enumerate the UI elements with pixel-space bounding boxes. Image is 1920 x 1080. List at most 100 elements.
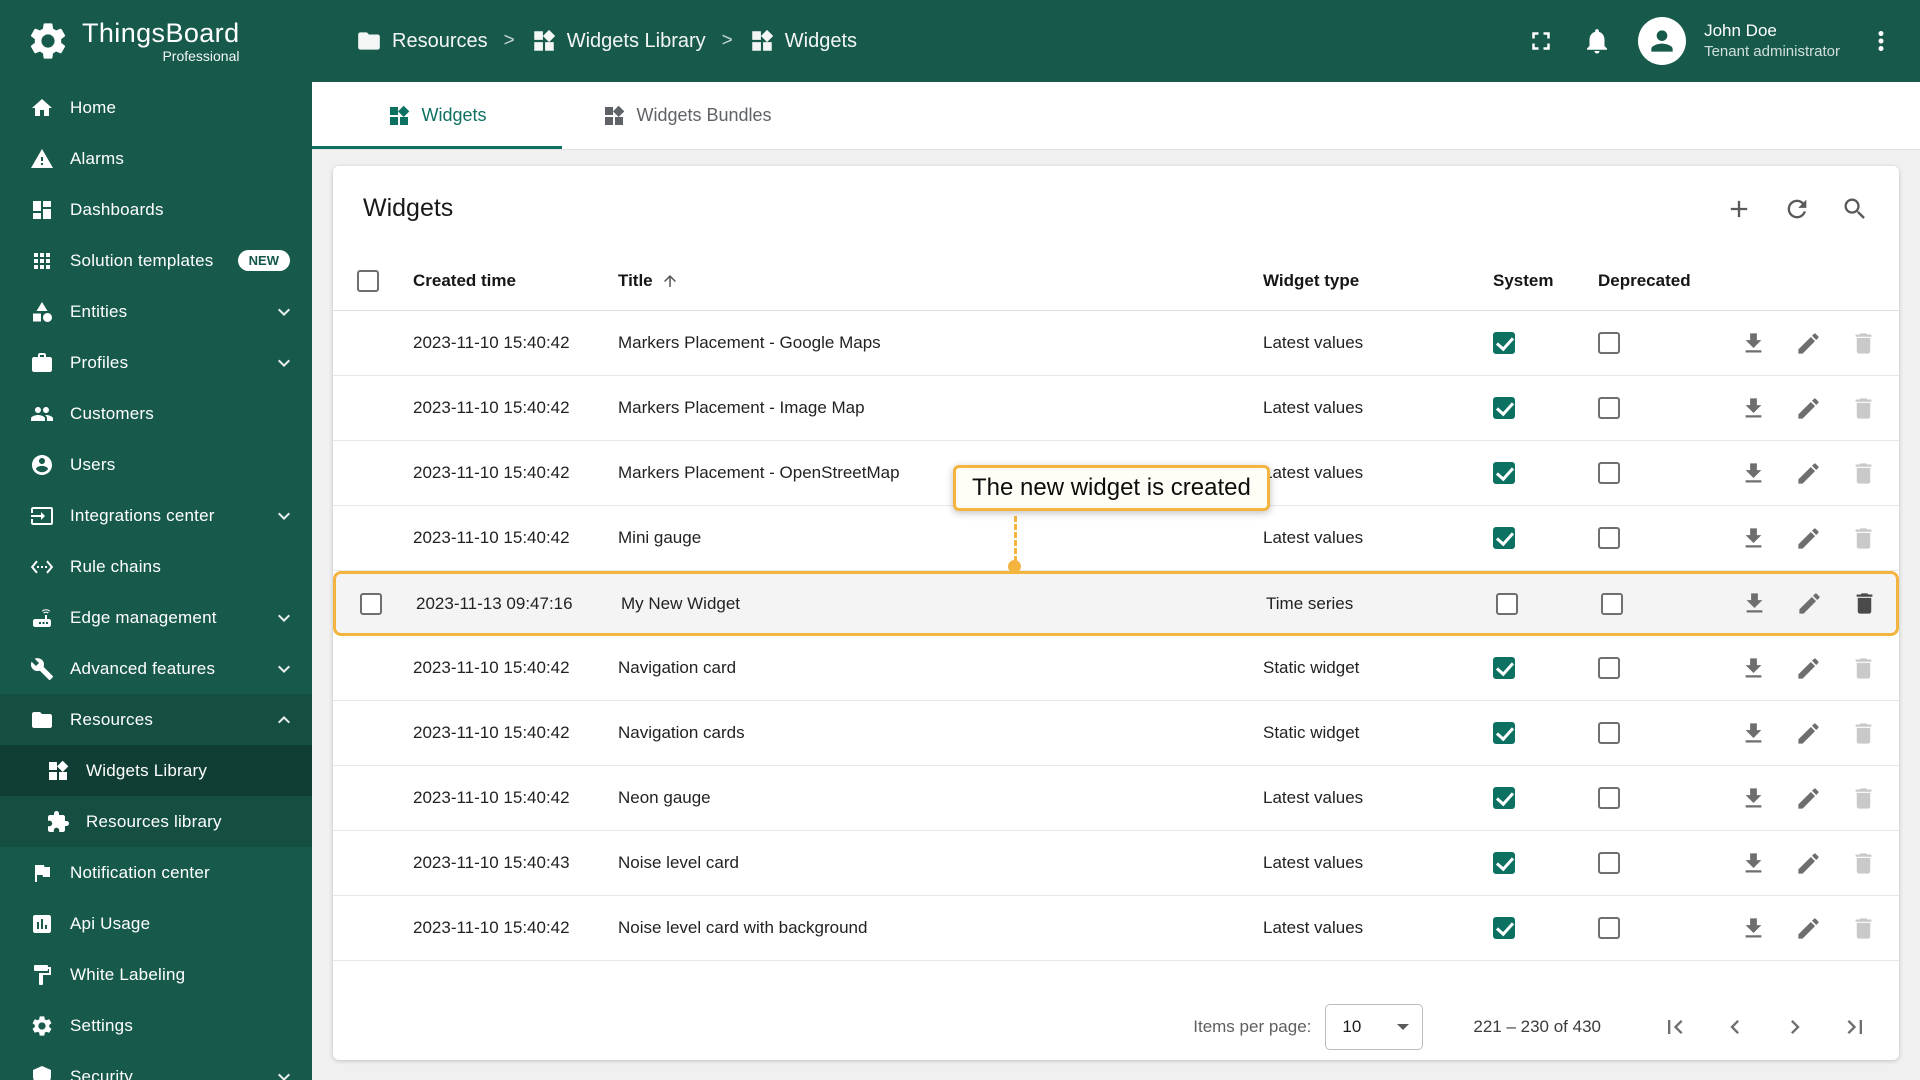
edit-button[interactable] <box>1795 525 1822 552</box>
system-checkbox[interactable] <box>1493 527 1515 549</box>
last-page-button[interactable] <box>1841 1013 1869 1041</box>
sidebar-item-widgets-library[interactable]: Widgets Library <box>0 745 312 796</box>
delete-button[interactable] <box>1850 720 1877 747</box>
select-all-checkbox[interactable] <box>357 269 379 292</box>
deprecated-checkbox[interactable] <box>1598 852 1620 874</box>
delete-button[interactable] <box>1850 785 1877 812</box>
download-button[interactable] <box>1740 850 1767 877</box>
sidebar-item-alarms[interactable]: Alarms <box>0 133 312 184</box>
column-created-time[interactable]: Created time <box>403 271 618 291</box>
edit-button[interactable] <box>1795 785 1822 812</box>
download-button[interactable] <box>1740 330 1767 357</box>
deprecated-checkbox[interactable] <box>1598 462 1620 484</box>
add-widget-button[interactable] <box>1725 195 1753 223</box>
download-button[interactable] <box>1740 460 1767 487</box>
system-checkbox[interactable] <box>1493 852 1515 874</box>
download-button[interactable] <box>1740 655 1767 682</box>
download-button[interactable] <box>1740 785 1767 812</box>
system-checkbox[interactable] <box>1493 657 1515 679</box>
edit-button[interactable] <box>1795 720 1822 747</box>
table-row[interactable]: 2023-11-10 15:40:42 Noise level card with… <box>333 896 1899 961</box>
edit-button[interactable] <box>1795 395 1822 422</box>
sidebar-item-customers[interactable]: Customers <box>0 388 312 439</box>
breadcrumb-widgets[interactable]: Widgets <box>749 28 857 54</box>
sidebar-item-api-usage[interactable]: Api Usage <box>0 898 312 949</box>
page-size-select[interactable]: 10 <box>1325 1004 1424 1050</box>
edit-button[interactable] <box>1796 590 1823 617</box>
sidebar-item-settings[interactable]: Settings <box>0 1000 312 1051</box>
sidebar-item-edge-management[interactable]: Edge management <box>0 592 312 643</box>
tab-widgets[interactable]: Widgets <box>312 82 562 149</box>
table-row[interactable]: 2023-11-10 15:40:42 Markers Placement - I… <box>333 376 1899 441</box>
download-button[interactable] <box>1740 525 1767 552</box>
sidebar-item-profiles[interactable]: Profiles <box>0 337 312 388</box>
deprecated-checkbox[interactable] <box>1598 657 1620 679</box>
sidebar-item-users[interactable]: Users <box>0 439 312 490</box>
edit-button[interactable] <box>1795 460 1822 487</box>
sidebar-item-advanced-features[interactable]: Advanced features <box>0 643 312 694</box>
system-checkbox[interactable] <box>1493 787 1515 809</box>
table-row[interactable]: 2023-11-10 15:40:42 Mini gauge Latest valu… <box>333 506 1899 571</box>
edit-button[interactable] <box>1795 915 1822 942</box>
sidebar-item-solution-templates[interactable]: Solution templates NEW <box>0 235 312 286</box>
delete-button[interactable] <box>1850 525 1877 552</box>
column-title[interactable]: Title <box>618 271 1263 291</box>
sidebar-item-security[interactable]: Security <box>0 1051 312 1080</box>
thingsboard-logo[interactable]: ThingsBoard Professional <box>0 0 312 82</box>
deprecated-checkbox[interactable] <box>1598 527 1620 549</box>
sidebar-item-resources-library[interactable]: Resources library <box>0 796 312 847</box>
edit-button[interactable] <box>1795 655 1822 682</box>
deprecated-checkbox[interactable] <box>1601 592 1623 615</box>
refresh-button[interactable] <box>1783 195 1811 223</box>
deprecated-checkbox[interactable] <box>1598 397 1620 419</box>
next-page-button[interactable] <box>1781 1013 1809 1041</box>
table-row[interactable]: 2023-11-10 15:40:42 Navigation cards Stati… <box>333 701 1899 766</box>
breadcrumb-resources[interactable]: Resources <box>356 28 488 54</box>
deprecated-checkbox[interactable] <box>1598 917 1620 939</box>
column-deprecated[interactable]: Deprecated <box>1598 271 1738 291</box>
table-row[interactable]: 2023-11-10 15:40:43 Noise level card Lates… <box>333 831 1899 896</box>
column-widget-type[interactable]: Widget type <box>1263 271 1493 291</box>
more-menu-button[interactable] <box>1866 26 1896 56</box>
deprecated-checkbox[interactable] <box>1598 722 1620 744</box>
edit-button[interactable] <box>1795 330 1822 357</box>
deprecated-checkbox[interactable] <box>1598 332 1620 354</box>
table-row[interactable]: 2023-11-10 15:40:42 Navigation card Static… <box>333 636 1899 701</box>
sidebar-item-rule-chains[interactable]: Rule chains <box>0 541 312 592</box>
table-row[interactable]: 2023-11-13 09:47:16 My New Widget Time ser… <box>333 571 1899 636</box>
download-button[interactable] <box>1740 395 1767 422</box>
row-select-checkbox[interactable] <box>360 592 382 615</box>
first-page-button[interactable] <box>1661 1013 1689 1041</box>
delete-button[interactable] <box>1850 915 1877 942</box>
sidebar-item-dashboards[interactable]: Dashboards <box>0 184 312 235</box>
breadcrumb-widgets-library[interactable]: Widgets Library <box>531 28 706 54</box>
sidebar-item-integrations-center[interactable]: Integrations center <box>0 490 312 541</box>
avatar[interactable] <box>1638 17 1687 65</box>
system-checkbox[interactable] <box>1493 722 1515 744</box>
sidebar-item-resources[interactable]: Resources <box>0 694 312 745</box>
delete-button[interactable] <box>1850 655 1877 682</box>
sidebar-item-entities[interactable]: Entities <box>0 286 312 337</box>
system-checkbox[interactable] <box>1493 462 1515 484</box>
delete-button[interactable] <box>1850 850 1877 877</box>
delete-button[interactable] <box>1851 590 1878 617</box>
deprecated-checkbox[interactable] <box>1598 787 1620 809</box>
system-checkbox[interactable] <box>1493 332 1515 354</box>
sidebar-item-white-labeling[interactable]: White Labeling <box>0 949 312 1000</box>
system-checkbox[interactable] <box>1493 397 1515 419</box>
table-row[interactable]: 2023-11-10 15:40:42 Markers Placement - G… <box>333 311 1899 376</box>
delete-button[interactable] <box>1850 395 1877 422</box>
sidebar-item-home[interactable]: Home <box>0 82 312 133</box>
sidebar-item-notification-center[interactable]: Notification center <box>0 847 312 898</box>
notifications-button[interactable] <box>1582 26 1612 56</box>
delete-button[interactable] <box>1850 460 1877 487</box>
delete-button[interactable] <box>1850 330 1877 357</box>
download-button[interactable] <box>1740 720 1767 747</box>
edit-button[interactable] <box>1795 850 1822 877</box>
download-button[interactable] <box>1741 590 1768 617</box>
tab-widgets-bundles[interactable]: Widgets Bundles <box>562 82 812 149</box>
fullscreen-button[interactable] <box>1526 26 1556 56</box>
system-checkbox[interactable] <box>1496 592 1518 615</box>
previous-page-button[interactable] <box>1721 1013 1749 1041</box>
download-button[interactable] <box>1740 915 1767 942</box>
